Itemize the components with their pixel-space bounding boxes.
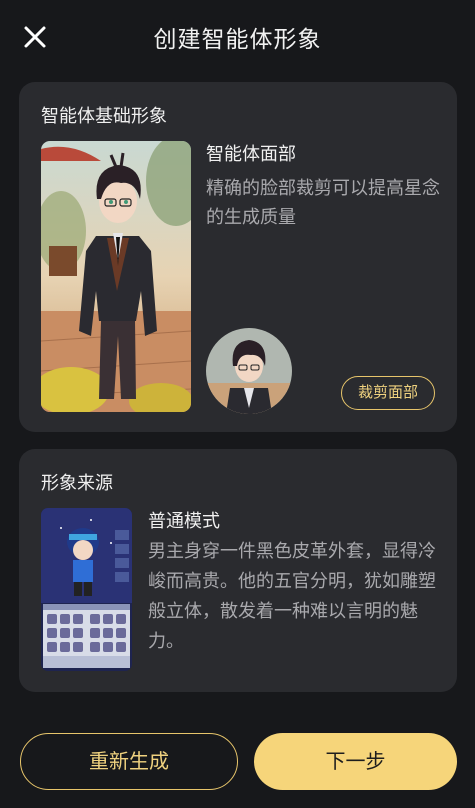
face-avatar[interactable] [206,328,292,414]
face-section-title: 智能体面部 [206,144,296,165]
image-source-card: 形象来源 普通模式 男主身穿一件黑色皮革外套，显得冷峻而高贵。他的五官分明，犹如… [19,449,457,692]
mode-description: 男主身穿一件黑色皮革外套，显得冷峻而高贵。他的五官分明，犹如雕塑般立体，散发着一… [148,541,436,652]
face-avatar-image [206,328,292,414]
character-portrait[interactable] [41,141,191,412]
source-thumbnail[interactable] [41,508,132,671]
source-thumbnail-image [41,508,132,671]
character-portrait-image [41,141,191,412]
image-source-label: 形象来源 [41,473,113,494]
next-step-button[interactable]: 下一步 [254,733,457,790]
crop-face-button[interactable]: 裁剪面部 [341,376,435,410]
page-title: 创建智能体形象 [153,27,322,53]
mode-title: 普通模式 [148,511,220,532]
face-section-description: 精确的脸部裁剪可以提高星念的生成质量 [206,178,440,228]
base-image-card: 智能体基础形象 智能体面部 精确的脸部裁剪可以提高星念的生成质量 裁剪面部 [19,82,457,432]
base-image-label: 智能体基础形象 [41,106,167,127]
header: 创建智能体形象 [0,0,475,72]
regenerate-button[interactable]: 重新生成 [20,733,238,790]
